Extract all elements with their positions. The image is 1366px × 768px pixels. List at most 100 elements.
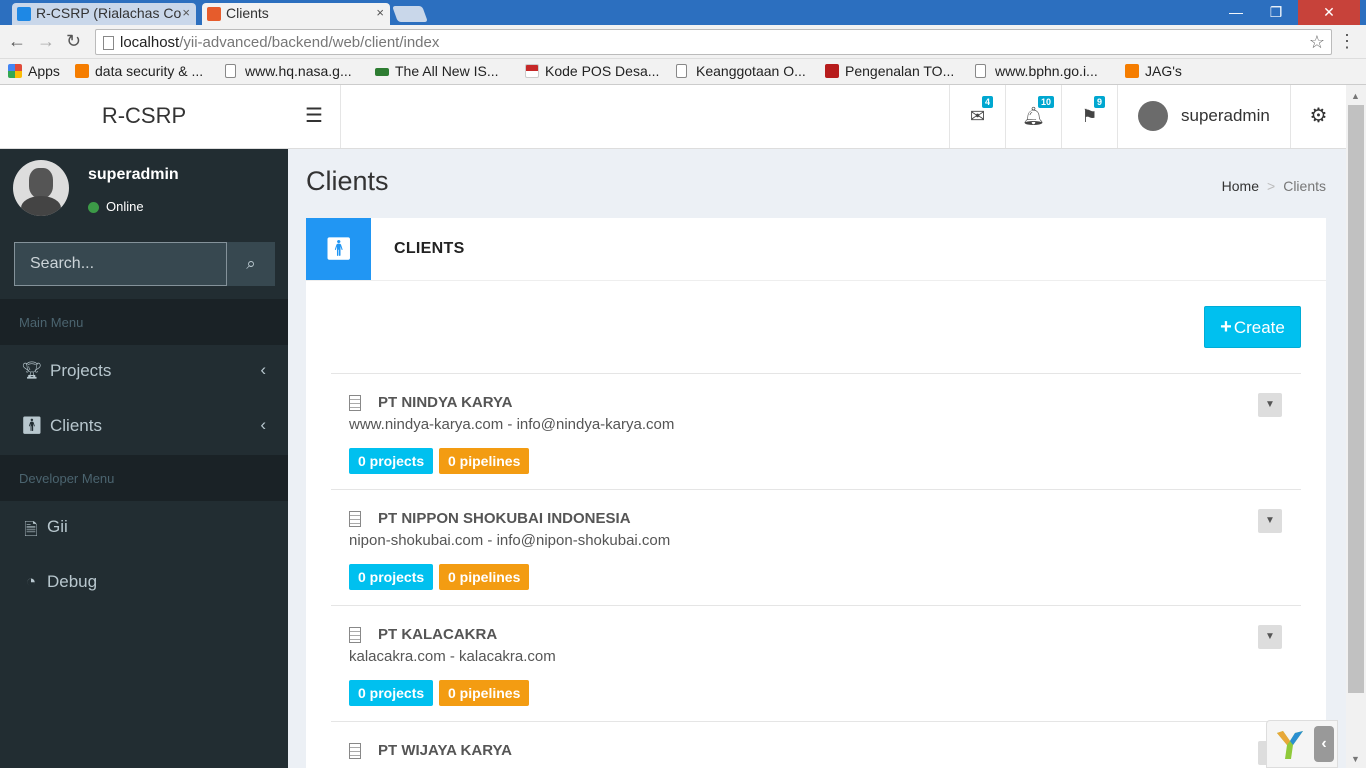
breadcrumb-current: Clients xyxy=(1283,178,1326,194)
flag-icon: ⚑ xyxy=(1081,106,1098,126)
bell-icon: 🔔︎ xyxy=(1022,106,1045,126)
main-menu-header: Main Menu xyxy=(0,299,288,345)
search-input[interactable] xyxy=(14,242,227,286)
avatar-body xyxy=(21,196,61,216)
male-icon: 🚹︎ xyxy=(306,218,371,280)
client-name[interactable]: PT WIJAYA KARYA xyxy=(378,742,512,759)
client-name[interactable]: PT KALACAKRA xyxy=(378,626,497,643)
bookmark-item[interactable]: Kode POS Desa... xyxy=(525,63,659,79)
user-panel: superadmin Online xyxy=(0,149,288,229)
caret-down-icon[interactable]: ▼ xyxy=(1258,509,1282,533)
caret-down-icon[interactable]: ▼ xyxy=(1258,393,1282,417)
sidebar-item-label: Gii xyxy=(47,517,68,536)
page-icon xyxy=(103,36,114,50)
page-title: Clients xyxy=(306,166,389,196)
tab-close-icon[interactable]: × xyxy=(182,5,190,20)
create-button-label: Create xyxy=(1233,318,1285,337)
sidebar-item-debug[interactable]: ◔ Debug xyxy=(0,557,288,609)
scroll-up-icon[interactable]: ▲ xyxy=(1351,91,1360,101)
dashboard-icon: ◔ xyxy=(25,572,37,591)
list-item: PT WIJAYA KARYA ▼ xyxy=(331,721,1301,768)
tab-title: R-CSRP (Rialachas Co xyxy=(36,5,182,21)
app-topbar: ☰ ✉ 4 🔔︎ 10 ⚑ 9 superadmin ⚙ xyxy=(288,85,1346,149)
breadcrumb-home-link[interactable]: Home xyxy=(1222,178,1259,194)
trello-favicon-icon xyxy=(17,7,31,21)
pipelines-badge: 0 pipelines xyxy=(439,680,530,706)
browser-navbar: ← → ↻ localhost/yii-advanced/backend/web… xyxy=(0,25,1366,59)
yii-debug-toolbar[interactable]: ‹ xyxy=(1266,720,1338,768)
client-name[interactable]: PT NIPPON SHOKUBAI INDONESIA xyxy=(378,510,631,527)
plus-icon: + xyxy=(1220,316,1232,338)
url-host: localhost xyxy=(120,34,180,51)
projects-badge: 0 projects xyxy=(349,680,434,706)
sidebar-item-gii[interactable]: 🗎︎ Gii xyxy=(0,502,288,554)
browser-tab-rcsrp[interactable]: R-CSRP (Rialachas Co × xyxy=(12,3,196,25)
tasks-button[interactable]: ⚑ 9 xyxy=(1061,85,1117,148)
tasks-count-badge: 9 xyxy=(1094,96,1106,108)
bookmark-item[interactable]: Pengenalan TO... xyxy=(825,63,954,79)
blogger-icon xyxy=(1125,64,1139,78)
browser-tab-strip: R-CSRP (Rialachas Co × Clients × — ❐ ✕ xyxy=(0,0,1366,25)
pipelines-badge: 0 pipelines xyxy=(439,448,530,474)
back-arrow-icon[interactable]: ← xyxy=(8,31,26,52)
new-tab-button[interactable] xyxy=(392,6,428,22)
scrollbar-thumb[interactable] xyxy=(1348,105,1364,693)
bookmark-item[interactable]: JAG's xyxy=(1125,63,1182,79)
sidebar-item-label: Debug xyxy=(47,572,98,591)
page-scrollbar[interactable]: ▲ ▼ xyxy=(1346,85,1366,768)
apps-grid-icon xyxy=(8,64,22,78)
url-path: /yii-advanced/backend/web/client/index xyxy=(179,34,440,51)
messages-button[interactable]: ✉ 4 xyxy=(949,85,1005,148)
maximize-button[interactable]: ❐ xyxy=(1258,0,1294,25)
page-icon xyxy=(676,64,687,78)
user-panel-name: superadmin xyxy=(88,166,179,183)
reload-icon[interactable]: ↻ xyxy=(66,31,81,52)
create-button[interactable]: + Create xyxy=(1204,306,1301,348)
sidebar-item-clients[interactable]: 🚹︎ Clients ‹ xyxy=(0,401,288,453)
clients-box: 🚹︎ CLIENTS + Create PT NINDYA KARYA www.n… xyxy=(306,218,1326,768)
caret-down-icon[interactable]: ▼ xyxy=(1258,625,1282,649)
bookmark-item[interactable]: data security & ... xyxy=(75,63,203,79)
page-icon xyxy=(225,64,236,78)
sidebar-toggle-icon[interactable]: ☰ xyxy=(288,85,341,148)
avatar xyxy=(1138,101,1168,131)
debug-toggle-button[interactable]: ‹ xyxy=(1314,726,1334,762)
sidebar-item-projects[interactable]: 🏆︎ Projects ‹ xyxy=(0,346,288,398)
projects-badge: 0 projects xyxy=(349,448,434,474)
sidebar-search: ⌕ xyxy=(14,242,275,286)
search-icon[interactable]: ⌕ xyxy=(227,242,275,286)
bookmark-item[interactable]: www.bphn.go.i... xyxy=(975,63,1098,79)
sidebar-item-label: Clients xyxy=(50,416,102,435)
online-dot-icon xyxy=(88,202,99,213)
client-contact: nipon-shokubai.com - info@nipon-shokubai… xyxy=(349,532,671,549)
bookmark-item[interactable]: Keanggotaan O... xyxy=(676,63,806,79)
close-window-button[interactable]: ✕ xyxy=(1298,0,1360,25)
app-logo[interactable]: R-CSRP xyxy=(0,85,288,149)
gears-icon[interactable]: ⚙ xyxy=(1290,85,1346,148)
browser-menu-icon[interactable]: ⋮ xyxy=(1338,31,1356,52)
client-name[interactable]: PT NINDYA KARYA xyxy=(378,394,512,411)
pipelines-badge: 0 pipelines xyxy=(439,564,530,590)
tab-close-icon[interactable]: × xyxy=(376,5,384,20)
bookmark-apps[interactable]: Apps xyxy=(8,63,60,79)
yii-logo-icon xyxy=(1277,731,1303,759)
box-title: CLIENTS xyxy=(394,240,465,257)
scroll-down-icon[interactable]: ▼ xyxy=(1351,754,1360,764)
developer-menu-header: Developer Menu xyxy=(0,455,288,501)
male-icon: 🚹︎ xyxy=(21,416,43,435)
notifications-count-badge: 10 xyxy=(1038,96,1055,108)
tab-title: Clients xyxy=(226,5,269,21)
minimize-button[interactable]: — xyxy=(1218,0,1254,25)
bookmark-item[interactable]: www.hq.nasa.g... xyxy=(225,63,352,79)
browser-tab-clients[interactable]: Clients × xyxy=(202,3,390,25)
toefl-icon xyxy=(825,64,839,78)
avatar xyxy=(13,160,69,216)
blogger-icon xyxy=(75,64,89,78)
bookmark-star-icon[interactable]: ☆ xyxy=(1309,32,1325,53)
notifications-button[interactable]: 🔔︎ 10 xyxy=(1005,85,1061,148)
forward-arrow-icon[interactable]: → xyxy=(37,31,55,52)
address-bar[interactable]: localhost/yii-advanced/backend/web/clien… xyxy=(95,29,1332,55)
online-status: Online xyxy=(88,199,144,214)
user-menu[interactable]: superadmin xyxy=(1117,85,1290,148)
bookmark-item[interactable]: The All New IS... xyxy=(375,63,498,79)
